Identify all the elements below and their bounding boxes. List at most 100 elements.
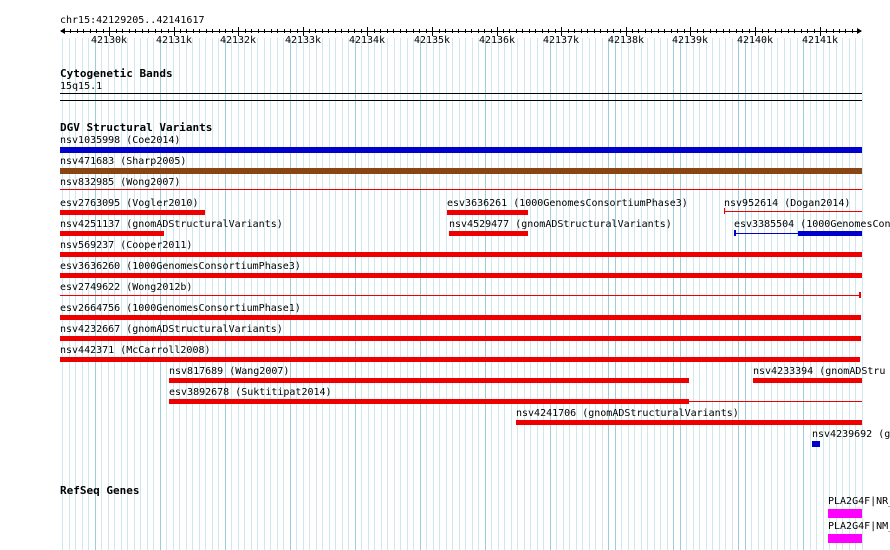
- feature-bar[interactable]: [60, 273, 862, 278]
- feature-label[interactable]: esv3892678 (Suktitipat2014): [169, 387, 332, 398]
- feature-label[interactable]: nsv471683 (Sharp2005): [60, 156, 186, 167]
- feature-bar[interactable]: [828, 534, 862, 543]
- feature-bar[interactable]: [859, 292, 861, 298]
- grid-line: [88, 38, 89, 550]
- feature-bar[interactable]: [447, 210, 528, 215]
- grid-line: [251, 38, 252, 550]
- feature-label[interactable]: PLA2G4F|NR_: [828, 496, 890, 507]
- feature-bar[interactable]: [60, 168, 862, 174]
- ruler-minor-tick: [478, 29, 479, 33]
- feature-bar[interactable]: [60, 357, 860, 362]
- ruler-minor-tick: [516, 29, 517, 33]
- ruler-minor-tick: [413, 29, 414, 33]
- track-title-dgv[interactable]: DGV Structural Variants: [60, 122, 212, 133]
- feature-label[interactable]: nsv832985 (Wong2007): [60, 177, 180, 188]
- grid-line: [732, 38, 733, 550]
- grid-line: [413, 38, 414, 550]
- ruler-minor-tick: [671, 29, 672, 33]
- ruler-minor-tick: [471, 29, 472, 33]
- feature-bar[interactable]: [724, 211, 862, 212]
- feature-bar[interactable]: [169, 378, 689, 383]
- ruler-minor-tick: [225, 29, 226, 33]
- grid-line: [777, 38, 778, 550]
- ruler-minor-tick: [129, 29, 130, 33]
- ruler-minor-tick: [419, 29, 420, 33]
- grid-line: [381, 38, 382, 550]
- feature-label[interactable]: esv3636261 (1000GenomesConsortiumPhase3): [447, 198, 688, 209]
- ruler-minor-tick: [361, 29, 362, 33]
- feature-label[interactable]: esv2749622 (Wong2012b): [60, 282, 192, 293]
- feature-bar[interactable]: [60, 295, 861, 296]
- feature-label[interactable]: nsv4251137 (gnomADStructuralVariants): [60, 219, 283, 230]
- ruler-minor-tick: [568, 29, 569, 33]
- feature-bar[interactable]: [812, 441, 820, 447]
- grid-line: [257, 38, 258, 550]
- cytoband-label: 15q15.1: [60, 81, 103, 92]
- ruler-minor-tick: [161, 29, 162, 33]
- feature-bar[interactable]: [734, 233, 798, 234]
- feature-label[interactable]: nsv569237 (Cooper2011): [60, 240, 192, 251]
- grid-line: [719, 38, 720, 550]
- feature-label[interactable]: esv2763095 (Vogler2010): [60, 198, 198, 209]
- feature-bar[interactable]: [449, 231, 528, 236]
- feature-label[interactable]: nsv4241706 (gnomADStructuralVariants): [516, 408, 739, 419]
- feature-bar[interactable]: [753, 378, 862, 383]
- feature-bar[interactable]: [60, 231, 164, 236]
- feature-bar[interactable]: [828, 509, 862, 518]
- ruler-tick-label: 42130k: [90, 35, 128, 46]
- grid-line: [290, 38, 291, 550]
- feature-label[interactable]: nsv952614 (Dogan2014): [724, 198, 850, 209]
- grid-line: [654, 38, 655, 550]
- ruler-minor-tick: [833, 29, 834, 33]
- feature-bar[interactable]: [689, 401, 862, 402]
- feature-bar[interactable]: [734, 230, 736, 236]
- track-title-refseq[interactable]: RefSeq Genes: [60, 485, 139, 496]
- grid-line: [686, 38, 687, 550]
- grid-line: [758, 38, 759, 550]
- ruler-minor-tick: [142, 29, 143, 33]
- ruler-minor-tick: [638, 29, 639, 33]
- feature-bar[interactable]: [60, 252, 862, 257]
- ruler-minor-tick: [335, 29, 336, 33]
- ruler-minor-tick: [484, 29, 485, 33]
- ruler-minor-tick: [122, 29, 123, 33]
- feature-label[interactable]: nsv1035998 (Coe2014): [60, 135, 180, 146]
- feature-bar[interactable]: [798, 231, 862, 236]
- feature-label[interactable]: nsv817689 (Wang2007): [169, 366, 289, 377]
- grid-line: [511, 38, 512, 550]
- feature-bar[interactable]: [516, 420, 862, 425]
- ruler-minor-tick: [587, 29, 588, 33]
- feature-bar[interactable]: [60, 147, 862, 153]
- grid-line: [160, 38, 161, 550]
- feature-bar[interactable]: [169, 399, 689, 404]
- feature-label[interactable]: nsv4233394 (gnomADStru: [753, 366, 885, 377]
- feature-label[interactable]: esv3385504 (1000GenomesCon: [734, 219, 890, 230]
- feature-bar[interactable]: [60, 315, 861, 320]
- ruler-minor-tick: [794, 29, 795, 33]
- feature-bar[interactable]: [60, 189, 862, 190]
- feature-label[interactable]: nsv4239692 (g: [812, 429, 890, 440]
- ruler-minor-tick: [658, 29, 659, 33]
- grid-line: [153, 38, 154, 550]
- ruler-minor-tick: [703, 29, 704, 33]
- grid-line: [277, 38, 278, 550]
- grid-line: [589, 38, 590, 550]
- grid-line: [134, 38, 135, 550]
- track-title-cytobands[interactable]: Cytogenetic Bands: [60, 68, 173, 79]
- ruler-minor-tick: [723, 29, 724, 33]
- feature-label[interactable]: nsv4529477 (gnomADStructuralVariants): [449, 219, 672, 230]
- feature-bar[interactable]: [724, 208, 725, 214]
- feature-label[interactable]: PLA2G4F|NM_: [828, 521, 890, 532]
- ruler-minor-tick: [245, 29, 246, 33]
- feature-label[interactable]: esv2664756 (1000GenomesConsortiumPhase1): [60, 303, 301, 314]
- grid-line: [101, 38, 102, 550]
- feature-label[interactable]: nsv4232667 (gnomADStructuralVariants): [60, 324, 283, 335]
- feature-bar[interactable]: [60, 210, 205, 215]
- grid-line: [394, 38, 395, 550]
- ruler-minor-tick: [852, 29, 853, 33]
- feature-label[interactable]: esv3636260 (1000GenomesConsortiumPhase3): [60, 261, 301, 272]
- feature-bar[interactable]: [60, 336, 861, 341]
- grid-line: [550, 38, 551, 550]
- ruler-minor-tick: [775, 29, 776, 33]
- feature-label[interactable]: nsv442371 (McCarroll2008): [60, 345, 211, 356]
